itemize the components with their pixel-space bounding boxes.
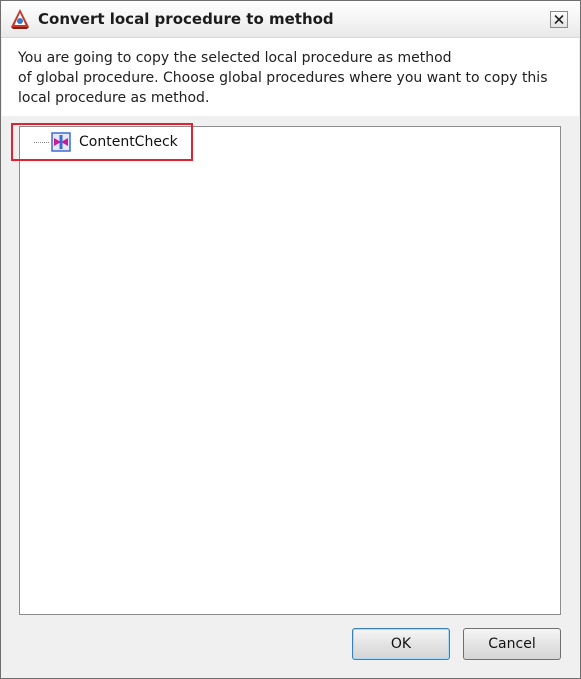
procedure-tree[interactable]: ContentCheck <box>19 126 561 615</box>
description-line: local procedure as method. <box>18 90 210 106</box>
app-logo-icon <box>11 9 29 29</box>
description-line: You are going to copy the selected local… <box>18 50 452 66</box>
selection-highlight-box <box>11 123 193 161</box>
close-icon <box>554 15 564 24</box>
cancel-button[interactable]: Cancel <box>463 628 561 660</box>
ok-button[interactable]: OK <box>352 628 450 660</box>
window-title: Convert local procedure to method <box>38 10 334 28</box>
close-button[interactable] <box>550 11 568 28</box>
title-bar[interactable]: Convert local procedure to method <box>1 1 580 38</box>
dialog-window: Convert local procedure to method You ar… <box>0 0 581 679</box>
description-line: of global procedure. Choose global proce… <box>18 70 548 86</box>
description-text: You are going to copy the selected local… <box>18 48 573 108</box>
